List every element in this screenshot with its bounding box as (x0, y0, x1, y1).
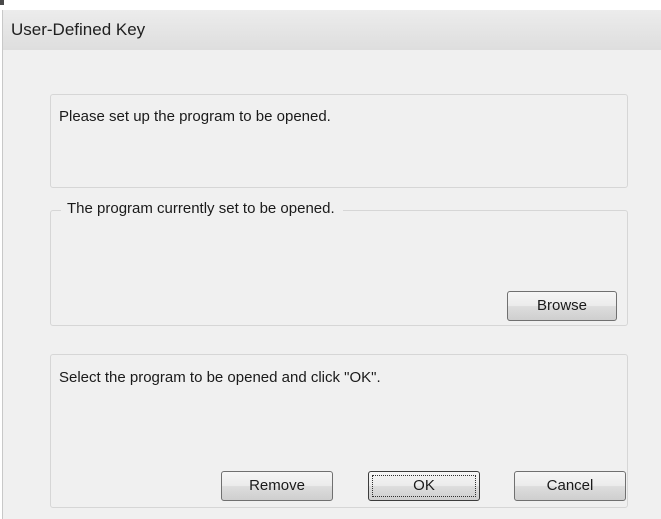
window-title: User-Defined Key (11, 20, 146, 39)
current-program-legend: The program currently set to be opened. (61, 200, 343, 217)
select-program-panel: Select the program to be opened and clic… (50, 354, 628, 508)
title-bar[interactable]: User-Defined Key (3, 10, 661, 50)
instruction-panel: Please set up the program to be opened. (50, 94, 628, 188)
select-instruction-text: Select the program to be opened and clic… (59, 369, 381, 386)
remove-button[interactable]: Remove (221, 471, 333, 501)
current-program-groupbox: The program currently set to be opened. … (50, 200, 628, 326)
dialog-window: User-Defined Key Please set up the progr… (2, 10, 661, 519)
focus-ring (372, 475, 476, 497)
ok-button[interactable]: OK (368, 471, 480, 501)
cancel-button[interactable]: Cancel (514, 471, 626, 501)
instruction-text: Please set up the program to be opened. (59, 108, 331, 125)
browse-button[interactable]: Browse (507, 291, 617, 321)
window-edge-mark (0, 0, 4, 5)
